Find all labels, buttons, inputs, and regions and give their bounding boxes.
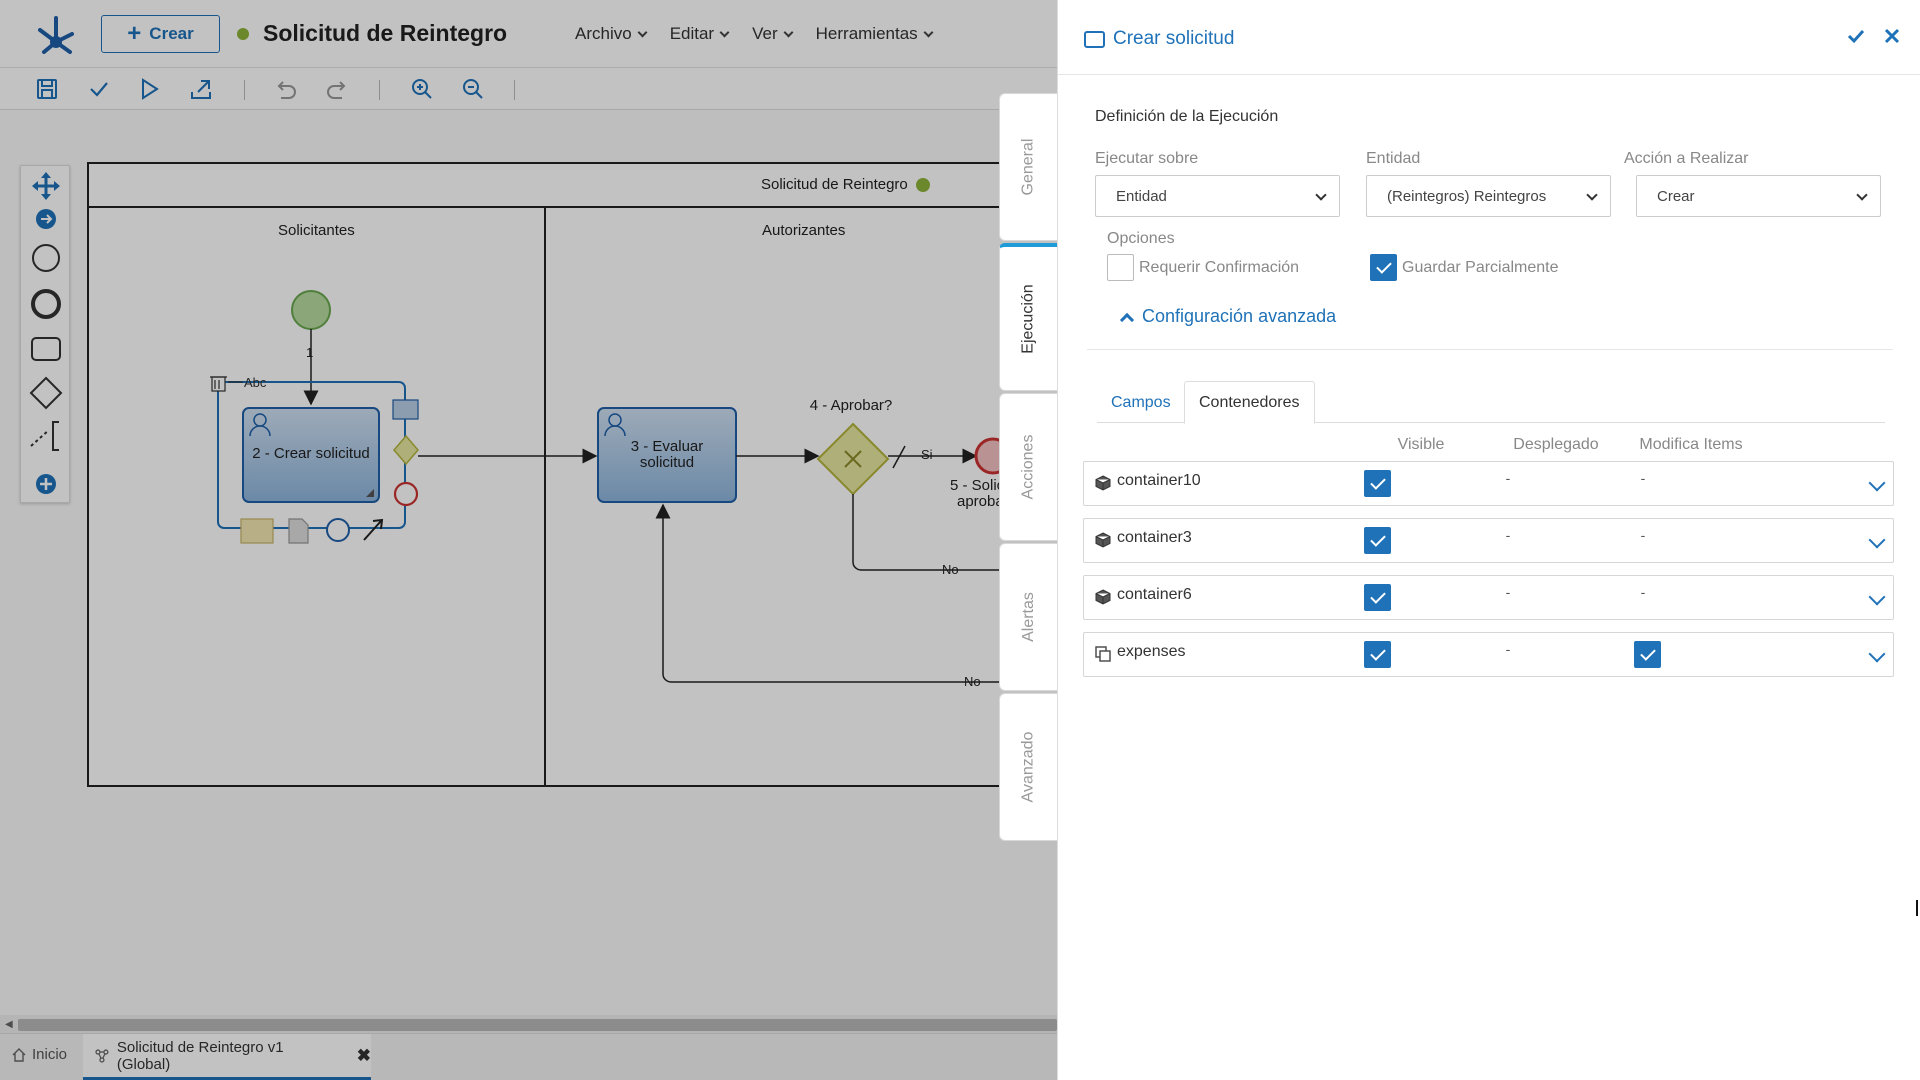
vtab-acciones[interactable]: Acciones	[999, 393, 1057, 541]
desplegado-value: -	[1505, 584, 1511, 600]
visible-checkbox[interactable]	[1364, 641, 1391, 668]
flow-label-si: Si	[921, 447, 933, 462]
horizontal-scrollbar[interactable]: ◀	[0, 1015, 1057, 1033]
tab-contenedores[interactable]: Contenedores	[1184, 381, 1315, 424]
chevron-down-icon	[1315, 189, 1327, 201]
desplegado-value: -	[1505, 527, 1511, 543]
task-crear-solicitud-label: 2 - Crear solicitud	[252, 445, 370, 462]
flow-label-1: 1	[306, 345, 313, 360]
append-task-icon[interactable]	[392, 399, 419, 420]
close-tab-icon[interactable]: ✖	[357, 1046, 371, 1066]
scrollbar-thumb[interactable]	[18, 1019, 1057, 1031]
requerir-confirmacion-checkbox[interactable]	[1107, 254, 1134, 281]
accion-select[interactable]: Crear	[1636, 175, 1881, 217]
modifica-items-value: -	[1640, 527, 1646, 543]
scroll-left-icon[interactable]: ◀	[5, 1019, 13, 1030]
chevron-down-icon	[1856, 189, 1868, 201]
chevron-down-icon[interactable]	[1868, 645, 1886, 663]
vtab-general[interactable]: General	[999, 93, 1057, 241]
container-row[interactable]: expenses -	[1083, 632, 1894, 677]
desplegado-value: -	[1505, 641, 1511, 657]
container-row[interactable]: container6 - -	[1083, 575, 1894, 620]
process-icon	[95, 1048, 109, 1063]
connect-arrow-icon[interactable]	[363, 518, 384, 541]
append-intermediate-event-icon[interactable]	[326, 518, 350, 542]
container-row[interactable]: container10 - -	[1083, 461, 1894, 506]
panel-tabs: Campos Contenedores	[1097, 381, 1885, 424]
modifica-items-checkbox[interactable]	[1634, 641, 1661, 668]
visible-checkbox[interactable]	[1364, 584, 1391, 611]
container-name: container6	[1117, 586, 1192, 603]
tab-process[interactable]: Solicitud de Reintegro v1 (Global) ✖	[83, 1034, 371, 1080]
append-annotation-icon[interactable]	[240, 518, 274, 544]
container-name: expenses	[1117, 643, 1186, 660]
modifica-items-value: -	[1640, 470, 1646, 486]
panel-header: Crear solicitud	[1058, 0, 1920, 75]
text-tool-label[interactable]: Abc	[244, 375, 267, 390]
diagram-elements: 1 Abc 2 - Crear solicitud 3 - Evaluar so…	[210, 290, 1057, 689]
task-icon	[1084, 30, 1105, 48]
flow-no-back[interactable]	[655, 503, 1057, 683]
default-flow-slash	[892, 445, 906, 469]
guardar-parcialmente-checkbox[interactable]	[1370, 254, 1397, 281]
cube-icon	[1095, 532, 1111, 548]
accion-label: Acción a Realizar	[1624, 150, 1749, 167]
end-event-label-line2: aproba	[957, 493, 1004, 510]
process-designer: + Crear Solicitud de Reintegro Archivo E…	[0, 0, 1057, 1080]
properties-vertical-tabs: General Ejecución Acciones Alertas Avanz…	[999, 93, 1057, 841]
advanced-config-toggle[interactable]: Configuración avanzada	[1119, 306, 1336, 327]
trash-icon[interactable]	[210, 376, 227, 392]
cube-icon	[1095, 589, 1111, 605]
ejecutar-sobre-label: Ejecutar sobre	[1095, 150, 1199, 167]
section-title: Definición de la Ejecución	[1095, 108, 1279, 125]
properties-panel: Crear solicitud Definición de la Ejecuci…	[1057, 0, 1920, 1080]
divider	[1087, 349, 1893, 350]
guardar-parcialmente-label: Guardar Parcialmente	[1402, 259, 1559, 276]
visible-checkbox[interactable]	[1364, 470, 1391, 497]
tab-campos[interactable]: Campos	[1097, 381, 1185, 424]
chevron-down-icon[interactable]	[1868, 588, 1886, 606]
chevron-down-icon	[1586, 189, 1598, 201]
chevron-down-icon[interactable]	[1868, 531, 1886, 549]
copy-icon	[1095, 646, 1111, 662]
gateway-label: 4 - Aprobar?	[810, 397, 893, 414]
column-visible: Visible	[1397, 436, 1445, 453]
visible-checkbox[interactable]	[1364, 527, 1391, 554]
container-name: container10	[1117, 472, 1201, 489]
task-evaluar-label-line1: 3 - Evaluar	[631, 438, 704, 455]
panel-title: Crear solicitud	[1084, 28, 1234, 50]
vtab-ejecucion[interactable]: Ejecución	[999, 243, 1057, 391]
vtab-alertas[interactable]: Alertas	[999, 543, 1057, 691]
chevron-up-icon	[1119, 312, 1135, 327]
options-label: Opciones	[1107, 230, 1175, 247]
close-icon[interactable]	[1881, 25, 1903, 47]
append-gateway-icon[interactable]	[393, 434, 419, 466]
container-row[interactable]: container3 - -	[1083, 518, 1894, 563]
vtab-avanzado[interactable]: Avanzado	[999, 693, 1057, 841]
desplegado-value: -	[1505, 470, 1511, 486]
column-desplegado: Desplegado	[1513, 436, 1599, 453]
requerir-confirmacion-label: Requerir Confirmación	[1139, 259, 1300, 276]
bottom-tab-bar: Inicio Solicitud de Reintegro v1 (Global…	[0, 1033, 1057, 1080]
cube-icon	[1095, 475, 1111, 491]
container-name: container3	[1117, 529, 1192, 546]
flow-label-no-1: No	[942, 562, 959, 577]
confirm-check-icon[interactable]	[1845, 25, 1867, 47]
home-icon	[12, 1047, 26, 1062]
flow-label-no-2: No	[964, 674, 981, 689]
entidad-label: Entidad	[1366, 150, 1421, 167]
chevron-down-icon[interactable]	[1868, 474, 1886, 492]
text-cursor	[1916, 900, 1919, 916]
start-event[interactable]	[291, 290, 331, 330]
append-end-event-icon[interactable]	[393, 481, 419, 507]
entidad-select[interactable]: (Reintegros) Reintegros	[1366, 175, 1611, 217]
append-data-object-icon[interactable]	[288, 518, 309, 544]
ejecutar-sobre-select[interactable]: Entidad	[1095, 175, 1340, 217]
end-event-label-line1: 5 - Solic	[950, 477, 1005, 494]
task-evaluar-label-line2: solicitud	[640, 454, 694, 471]
tab-inicio[interactable]: Inicio	[12, 1046, 67, 1063]
column-modifica-items: Modifica Items	[1639, 436, 1743, 453]
modifica-items-value: -	[1640, 584, 1646, 600]
